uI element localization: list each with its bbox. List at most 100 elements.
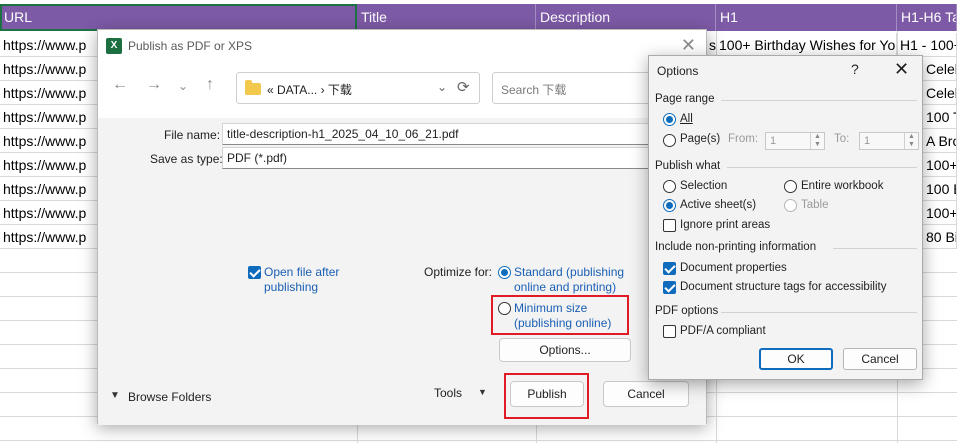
to-value: 1 (864, 135, 871, 147)
save-as-type-select[interactable]: PDF (*.pdf) (222, 147, 652, 169)
cell-h1-h6[interactable]: 100+ (923, 201, 957, 225)
non-printing-header: Include non-printing information (655, 241, 817, 253)
divider (833, 248, 917, 249)
options-button[interactable]: Options... (499, 338, 631, 362)
cell-h1-h6[interactable]: A Bro (923, 129, 957, 153)
table-label: Table (801, 199, 829, 211)
options-cancel-button[interactable]: Cancel (843, 348, 917, 370)
header-cell-h1-h6[interactable]: H1-H6 Tag (897, 4, 957, 31)
document-structure-tags-checkbox[interactable] (663, 281, 676, 294)
options-title: Options (657, 64, 699, 78)
minimum-size-label[interactable]: Minimum size (publishing online) (514, 301, 624, 331)
cancel-button[interactable]: Cancel (603, 381, 689, 407)
cell-h1-h6[interactable]: Celeb (923, 81, 957, 105)
save-as-type-label: Save as type: (150, 152, 223, 166)
selection-radio[interactable] (663, 180, 676, 193)
selection-label[interactable]: Selection (680, 180, 727, 192)
cell-url[interactable]: https://www.p (0, 33, 100, 57)
active-sheets-label[interactable]: Active sheet(s) (680, 199, 756, 211)
document-structure-tags-label[interactable]: Document structure tags for accessibilit… (680, 281, 886, 293)
cell-description[interactable]: s (706, 33, 716, 57)
cell-h1-h6[interactable]: Celeb (923, 57, 957, 81)
spinner-arrows-icon[interactable]: ▲ ▼ (810, 133, 824, 149)
cell-url[interactable]: https://www.p (0, 153, 100, 177)
entire-workbook-radio[interactable] (784, 180, 797, 193)
options-panel: File name: title-description-h1_2025_04_… (98, 118, 706, 380)
help-icon[interactable]: ? (851, 61, 859, 77)
cell-url[interactable]: https://www.p (0, 177, 100, 201)
header-cell-title[interactable]: Title (357, 4, 536, 31)
browse-folders-button[interactable]: Browse Folders (128, 390, 211, 404)
cell-h1-h6[interactable]: 100 B (923, 177, 957, 201)
spinner-arrows-icon[interactable]: ▲ ▼ (904, 133, 918, 149)
file-name-field[interactable]: title-description-h1_2025_04_10_06_21.pd… (222, 123, 652, 145)
publish-what-header: Publish what (655, 160, 721, 172)
cell-url[interactable]: https://www.p (0, 225, 100, 249)
chevron-down-icon[interactable]: ▼ (110, 390, 120, 401)
from-value: 1 (770, 135, 777, 147)
up-arrow-icon[interactable]: ↑ (206, 76, 214, 94)
dialog-title: Publish as PDF or XPS (128, 39, 253, 53)
pdfa-compliant-label[interactable]: PDF/A compliant (680, 325, 766, 337)
divider (721, 100, 917, 101)
tools-dropdown-icon[interactable]: ▼ (478, 387, 487, 397)
cell-h1-h6[interactable]: 100+ (923, 153, 957, 177)
all-pages-radio[interactable] (663, 113, 676, 126)
cell-h1-h6[interactable]: H1 - 100+ (897, 33, 957, 57)
to-spinner[interactable]: 1 ▲ ▼ (859, 132, 919, 150)
open-file-after-label[interactable]: Open file after publishing (264, 265, 364, 295)
standard-radio[interactable] (498, 266, 511, 279)
cell-url[interactable]: https://www.p (0, 105, 100, 129)
cell-h1-h6[interactable]: 100 T (923, 105, 957, 129)
back-arrow-icon[interactable]: ← (112, 76, 128, 94)
close-icon[interactable]: ✕ (681, 35, 696, 56)
ignore-print-areas-label[interactable]: Ignore print areas (680, 219, 770, 231)
all-pages-label[interactable]: All (680, 113, 693, 125)
file-name-label: File name: (164, 128, 221, 142)
excel-icon: X (106, 38, 122, 54)
header-cell-h1[interactable]: H1 (716, 4, 897, 31)
entire-workbook-label[interactable]: Entire workbook (801, 180, 883, 192)
standard-label[interactable]: Standard (publishing online and printing… (514, 265, 634, 295)
cell-h1[interactable]: 100+ Birthday Wishes for You (716, 33, 897, 57)
page-range-radio[interactable] (663, 134, 676, 147)
recent-locations-chevron-icon[interactable]: ⌄ (178, 79, 188, 93)
search-input[interactable]: Search 下载 (492, 72, 652, 104)
publish-dialog: X Publish as PDF or XPS ✕ ← → ⌄ ↑ « DATA… (97, 29, 707, 425)
dialog-footer: ▼ Browse Folders Tools ▼ Publish Cancel (98, 373, 706, 425)
options-dialog: Options ? ✕ Page range All Page(s) From:… (648, 55, 923, 380)
address-bar[interactable]: « DATA... › 下载 ⌄ ⟳ (236, 72, 480, 104)
table-radio[interactable] (784, 199, 797, 212)
document-properties-checkbox[interactable] (663, 262, 676, 275)
header-cell-url[interactable]: URL (0, 4, 357, 31)
optimize-for-label: Optimize for: (424, 265, 493, 279)
divider (727, 167, 917, 168)
divider (721, 312, 917, 313)
cell-h1-h6[interactable]: 80 Bir (923, 225, 957, 249)
cell-url[interactable]: https://www.p (0, 129, 100, 153)
title-bar[interactable]: X Publish as PDF or XPS ✕ (98, 30, 706, 62)
close-icon[interactable]: ✕ (894, 59, 909, 80)
folder-icon (245, 80, 261, 95)
cell-url[interactable]: https://www.p (0, 201, 100, 225)
header-cell-description[interactable]: Description (536, 4, 716, 31)
open-file-after-checkbox[interactable] (248, 266, 261, 279)
page-range-label[interactable]: Page(s) (680, 133, 720, 145)
ignore-print-areas-checkbox[interactable] (663, 219, 676, 232)
cell-url[interactable]: https://www.p (0, 81, 100, 105)
active-sheets-radio[interactable] (663, 199, 676, 212)
pdf-options-header: PDF options (655, 305, 719, 317)
refresh-icon[interactable]: ⟳ (457, 78, 470, 96)
ok-button[interactable]: OK (759, 348, 833, 370)
minimum-size-radio[interactable] (498, 302, 511, 315)
pdfa-compliant-checkbox[interactable] (663, 325, 676, 338)
breadcrumb[interactable]: « DATA... › 下载 (267, 81, 352, 98)
cell-url[interactable]: https://www.p (0, 57, 100, 81)
chevron-down-icon[interactable]: ⌄ (437, 80, 447, 94)
to-label: To: (834, 133, 850, 145)
from-spinner[interactable]: 1 ▲ ▼ (765, 132, 825, 150)
publish-button[interactable]: Publish (510, 381, 584, 407)
document-properties-label[interactable]: Document properties (680, 262, 787, 274)
tools-button[interactable]: Tools (434, 386, 462, 400)
forward-arrow-icon[interactable]: → (146, 76, 162, 94)
